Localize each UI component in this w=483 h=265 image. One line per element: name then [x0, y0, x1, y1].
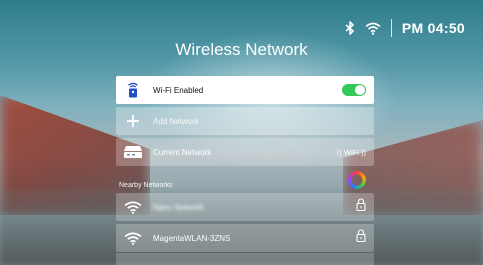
- network-item-partial[interactable]: [116, 253, 374, 265]
- wifi-signal-icon: [123, 201, 143, 214]
- nearby-networks-heading: Nearby Networks: [119, 182, 173, 189]
- network-name: MagentaWLAN-3ZNS: [153, 233, 231, 243]
- lock-icon: [356, 198, 366, 216]
- bluetooth-icon: [345, 21, 355, 35]
- wifi-icon: [365, 22, 381, 35]
- lock-icon: [356, 229, 366, 247]
- add-network-row[interactable]: Add Network: [116, 107, 374, 135]
- current-network-value: (( WiFi )): [336, 147, 366, 157]
- current-network-row[interactable]: Current Network (( WiFi )): [116, 138, 374, 166]
- wifi-toggle-row[interactable]: Wi-Fi Enabled: [116, 76, 374, 104]
- clock: PM 04:50: [401, 20, 465, 36]
- current-network-label: Current Network: [153, 147, 212, 157]
- network-item[interactable]: Nanu Network: [116, 193, 374, 221]
- router-icon: [123, 145, 143, 159]
- network-name: Nanu Network: [153, 202, 204, 212]
- wifi-toggle-label: Wi-Fi Enabled: [153, 85, 204, 95]
- network-item[interactable]: MagentaWLAN-3ZNS: [116, 224, 374, 252]
- wifi-router-icon: [123, 82, 143, 98]
- plus-icon: [123, 114, 143, 128]
- wifi-signal-icon: [123, 232, 143, 245]
- wifi-toggle-switch[interactable]: [342, 84, 366, 96]
- page-title: Wireless Network: [175, 40, 308, 59]
- loading-spinner-icon: [348, 171, 366, 189]
- add-network-label: Add Network: [153, 116, 199, 126]
- status-bar: PM 04:50: [345, 17, 465, 39]
- status-divider: [390, 19, 392, 37]
